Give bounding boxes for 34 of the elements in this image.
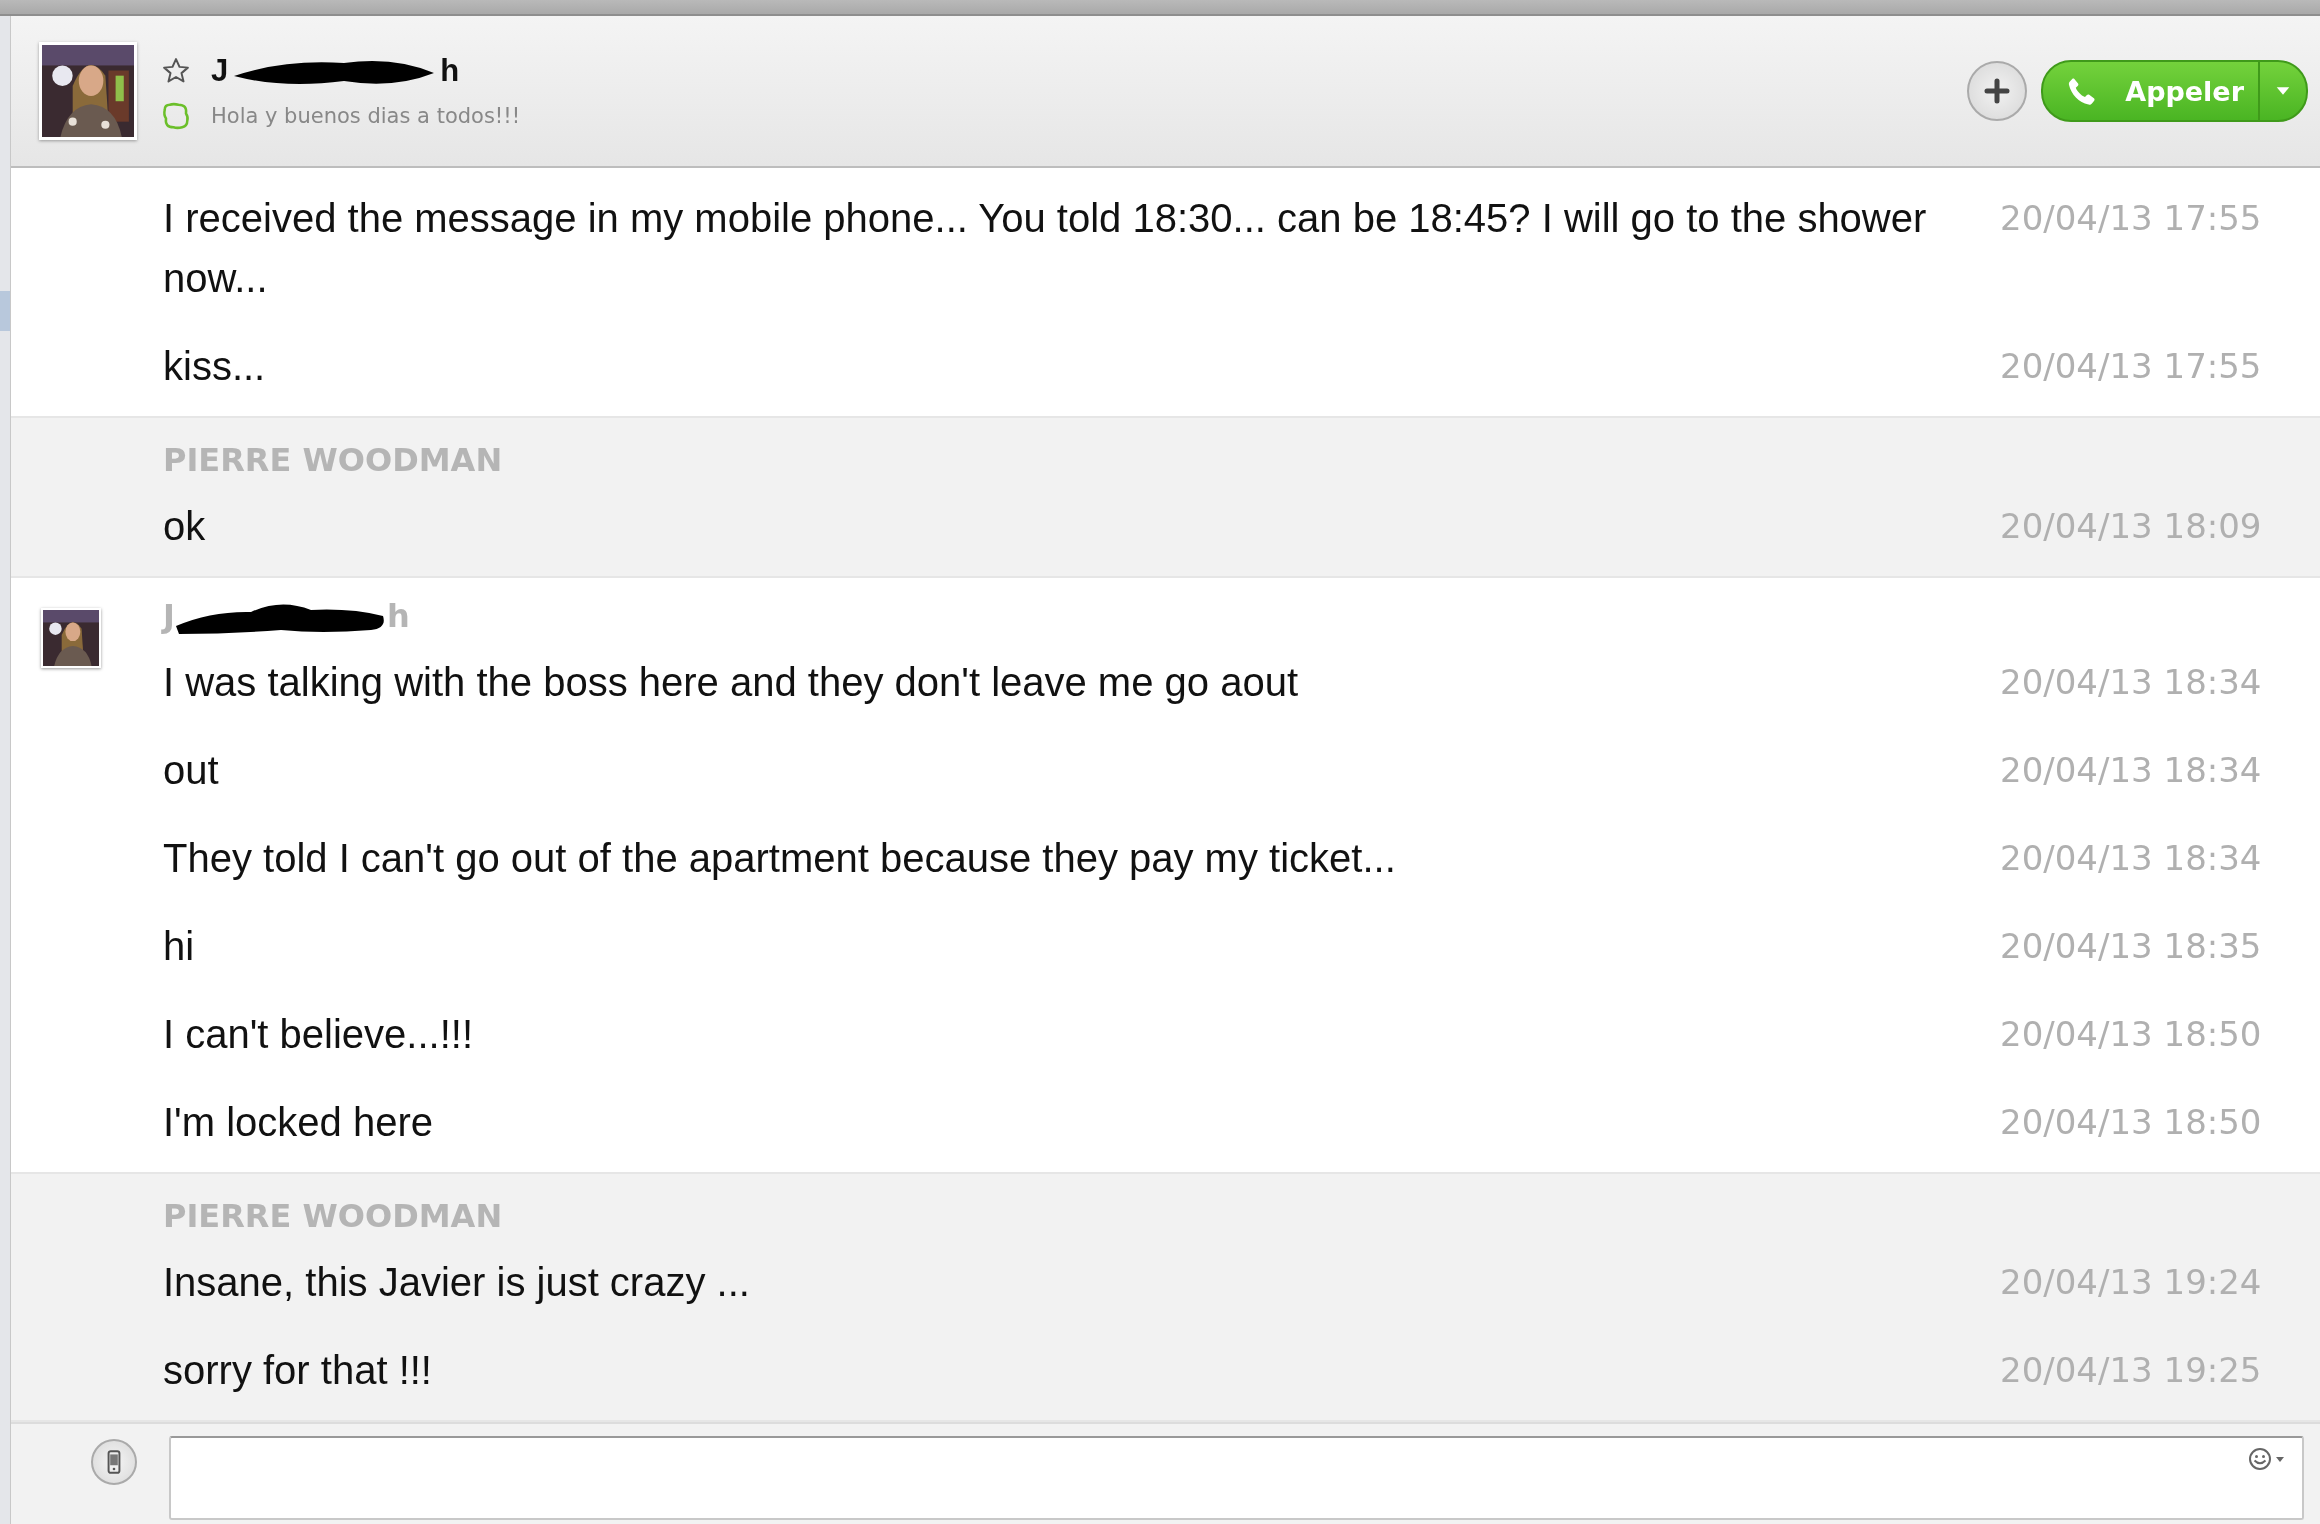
timestamp: 20/04/13 18:50	[1999, 1101, 2263, 1144]
message-text: sorry for that !!!	[163, 1347, 433, 1394]
status-icon	[161, 101, 191, 131]
message-text: ok	[163, 503, 207, 550]
timestamp: 20/04/13 18:34	[1999, 661, 2263, 704]
contact-name: h	[440, 53, 460, 89]
caret-icon	[2275, 86, 2291, 96]
sender-name: PIERRE WOODMAN	[163, 1197, 503, 1235]
timestamp: 20/04/13 18:35	[1999, 925, 2263, 968]
timestamp: 20/04/13 18:34	[1999, 749, 2263, 792]
sender-name: h	[386, 597, 410, 635]
message-input[interactable]	[169, 1436, 2304, 1520]
message-text: They told I can't go out of the apartment because they pay my ticket...	[163, 835, 1397, 882]
sender-name: J	[163, 597, 175, 635]
timestamp: 20/04/13 17:55	[1999, 197, 2263, 240]
timestamp: 20/04/13 19:25	[1999, 1349, 2263, 1392]
message-text: out	[163, 747, 220, 794]
message-text: I received the message in my mobile phone... You told 18:30... can be 18:45? I will go to the shower now...	[163, 195, 1928, 302]
sender-name: PIERRE WOODMAN	[163, 441, 503, 479]
contact-name: J	[211, 53, 229, 89]
message-text: kiss...	[163, 343, 267, 390]
timestamp: 20/04/13 18:50	[1999, 1013, 2263, 1056]
timestamp: 20/04/13 17:55	[1999, 345, 2263, 388]
timestamp: 20/04/13 18:09	[1999, 505, 2263, 548]
timestamp: 20/04/13 18:34	[1999, 837, 2263, 880]
selection-marker	[0, 291, 10, 331]
message-text: I can't believe...!!!	[163, 1011, 475, 1058]
message-text: hi	[163, 923, 196, 970]
message-text: I was talking with the boss here and they don't leave me go aout	[163, 659, 1299, 706]
message-text: Insane, this Javier is just crazy ...	[163, 1259, 751, 1306]
timestamp: 20/04/13 19:24	[1999, 1261, 2263, 1304]
message-text: I'm locked here	[163, 1099, 434, 1146]
mood-message: Hola y buenos dias a todos!!!	[211, 104, 521, 128]
sms-button[interactable]	[91, 1439, 137, 1485]
